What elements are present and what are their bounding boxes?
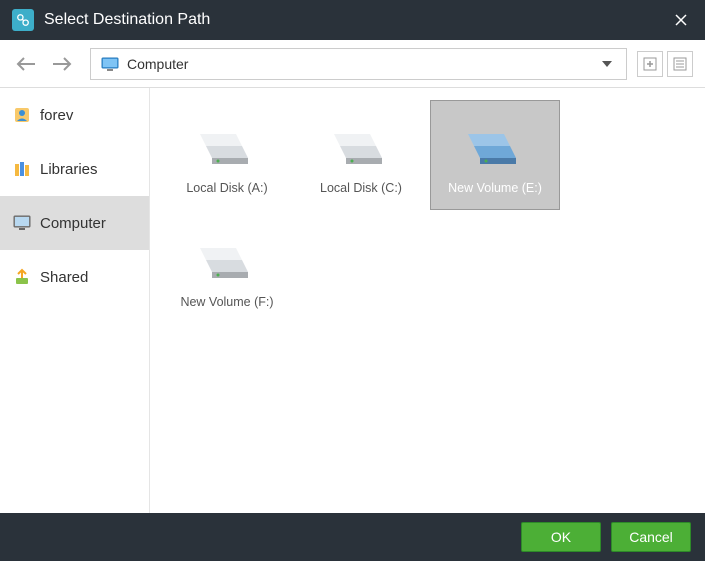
new-folder-button[interactable] (637, 51, 663, 77)
ok-button[interactable]: OK (521, 522, 601, 552)
chevron-down-icon (602, 61, 612, 67)
close-button[interactable] (669, 8, 693, 32)
back-button[interactable] (12, 50, 40, 78)
drive-label: New Volume (E:) (448, 181, 542, 195)
sidebar-item-shared[interactable]: Shared (0, 250, 149, 304)
view-list-button[interactable] (667, 51, 693, 77)
drive-icon (331, 123, 391, 173)
sidebar-item-label: Shared (40, 269, 88, 286)
user-icon (12, 105, 32, 125)
cancel-button[interactable]: Cancel (611, 522, 691, 552)
arrow-left-icon (15, 56, 37, 72)
footer: OK Cancel (0, 513, 705, 561)
titlebar: Select Destination Path (0, 0, 705, 40)
toolbar: Computer (0, 40, 705, 88)
drive-item[interactable]: New Volume (E:) (430, 100, 560, 210)
sidebar-item-label: Computer (40, 215, 106, 232)
drive-grid: Local Disk (A:) Local Disk (C:) New Volu… (150, 88, 705, 513)
drive-icon (197, 237, 257, 287)
drive-label: New Volume (F:) (180, 295, 273, 309)
arrow-right-icon (51, 56, 73, 72)
drive-item[interactable]: Local Disk (A:) (162, 100, 292, 210)
shared-icon (12, 267, 32, 287)
path-text: Computer (127, 56, 598, 72)
sidebar-item-label: forev (40, 107, 73, 124)
forward-button[interactable] (48, 50, 76, 78)
app-icon (12, 9, 34, 31)
toolbar-actions (637, 51, 693, 77)
dialog-window: Select Destination Path Computer (0, 0, 705, 561)
computer-icon (101, 57, 119, 71)
dialog-body: forev Libraries Computer Shared (0, 88, 705, 513)
drive-item[interactable]: New Volume (F:) (162, 214, 292, 324)
drive-label: Local Disk (A:) (186, 181, 267, 195)
path-dropdown[interactable] (598, 61, 616, 67)
sidebar-item-libraries[interactable]: Libraries (0, 142, 149, 196)
computer-icon (12, 213, 32, 233)
drive-icon (465, 123, 525, 173)
list-icon (673, 57, 687, 71)
drive-label: Local Disk (C:) (320, 181, 402, 195)
plus-icon (643, 57, 657, 71)
drive-icon (197, 123, 257, 173)
sidebar-item-label: Libraries (40, 161, 98, 178)
sidebar: forev Libraries Computer Shared (0, 88, 150, 513)
path-bar[interactable]: Computer (90, 48, 627, 80)
libraries-icon (12, 159, 32, 179)
close-icon (674, 13, 688, 27)
sidebar-item-user[interactable]: forev (0, 88, 149, 142)
drive-item[interactable]: Local Disk (C:) (296, 100, 426, 210)
sidebar-item-computer[interactable]: Computer (0, 196, 149, 250)
nav-arrows (12, 50, 76, 78)
dialog-title: Select Destination Path (44, 11, 669, 29)
